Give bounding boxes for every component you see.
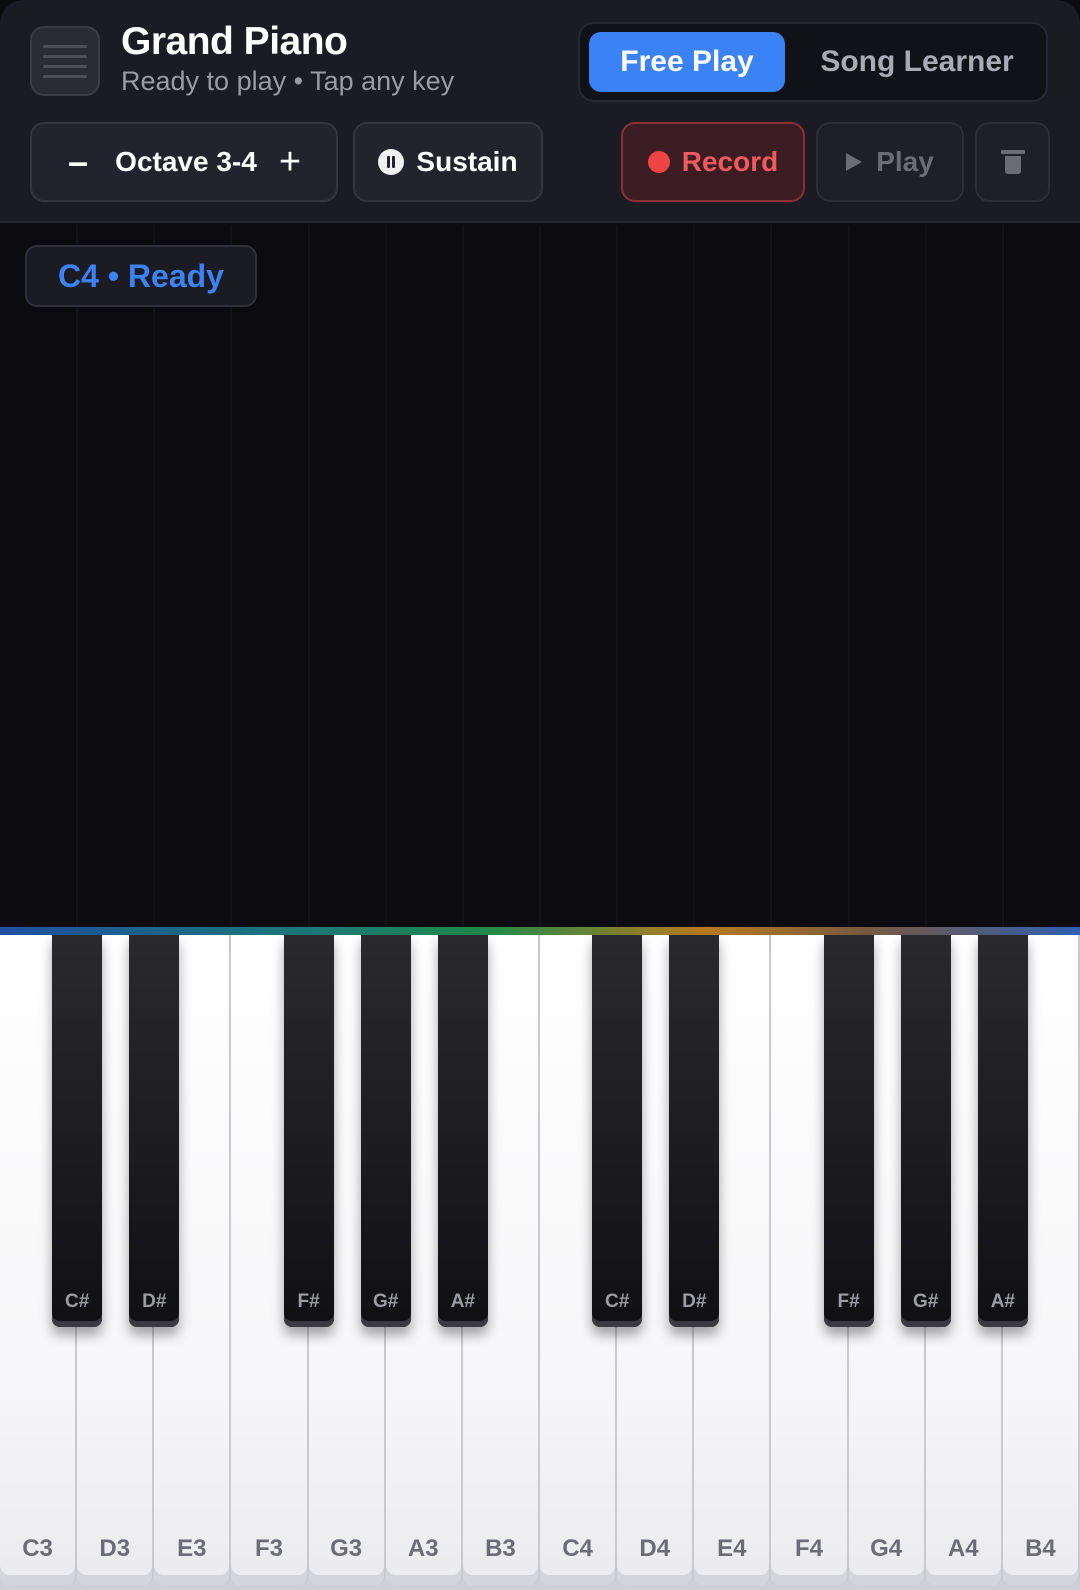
black-key[interactable]: F# xyxy=(823,935,874,1327)
play-button[interactable]: Play xyxy=(816,122,964,202)
pause-circle-icon xyxy=(378,149,405,175)
black-key-label: A# xyxy=(450,1291,475,1312)
black-key[interactable]: C# xyxy=(592,935,643,1327)
black-key[interactable]: G# xyxy=(360,935,411,1327)
keyboard-accent-bar xyxy=(0,927,1080,935)
sustain-label: Sustain xyxy=(416,146,518,177)
black-key-label: G# xyxy=(373,1291,399,1312)
black-key[interactable]: A# xyxy=(437,935,488,1327)
guide-line xyxy=(461,225,464,928)
black-key[interactable]: D# xyxy=(669,935,720,1327)
black-key-label: C# xyxy=(604,1291,630,1312)
white-key-label: F3 xyxy=(254,1535,283,1562)
black-key-label: A# xyxy=(990,1291,1015,1312)
record-dot-icon xyxy=(647,151,670,173)
guide-line xyxy=(539,225,541,928)
black-key-label: G# xyxy=(913,1291,939,1312)
sustain-button[interactable]: Sustain xyxy=(353,122,543,202)
black-key[interactable]: C# xyxy=(52,935,103,1327)
black-key[interactable]: D# xyxy=(129,935,180,1327)
note-visualizer: C4 • Ready xyxy=(0,225,1080,928)
white-key-label: C4 xyxy=(562,1535,593,1562)
black-key-label: D# xyxy=(682,1291,707,1312)
white-key-label: B4 xyxy=(1025,1535,1056,1562)
guide-line xyxy=(847,225,850,928)
guide-line xyxy=(616,225,619,928)
white-key-label: E4 xyxy=(717,1535,747,1562)
octave-label: Octave 3-4 xyxy=(115,146,257,177)
white-key-label: D3 xyxy=(99,1535,131,1562)
song-learner-tab[interactable]: Song Learner xyxy=(794,32,1040,92)
white-key-label: G3 xyxy=(330,1535,363,1562)
record-button[interactable]: Record xyxy=(621,122,805,202)
octave-up-button[interactable]: + xyxy=(272,143,308,181)
trash-icon xyxy=(1000,150,1025,174)
white-key-label: E3 xyxy=(177,1535,207,1562)
black-key[interactable]: F# xyxy=(283,935,334,1327)
guide-line xyxy=(924,225,927,928)
white-key-label: B3 xyxy=(485,1535,516,1562)
record-label: Record xyxy=(681,146,779,177)
status-badge: C4 • Ready xyxy=(25,245,257,307)
page-title: Grand Piano xyxy=(121,20,348,63)
guide-line xyxy=(1001,225,1004,928)
guide-line xyxy=(770,225,773,928)
black-key[interactable]: G# xyxy=(900,935,951,1327)
white-key-label: C3 xyxy=(22,1535,53,1562)
guide-line xyxy=(153,225,156,928)
guide-line xyxy=(693,225,696,928)
delete-recording-button[interactable] xyxy=(975,122,1050,202)
page-subtitle: Ready to play • Tap any key xyxy=(121,66,455,96)
octave-down-button[interactable]: – xyxy=(62,144,94,180)
guide-line xyxy=(76,225,79,928)
mode-switch: Free Play Song Learner xyxy=(578,22,1048,102)
black-key[interactable]: A# xyxy=(977,935,1028,1327)
white-key-label: G4 xyxy=(870,1535,903,1562)
white-key-label: D4 xyxy=(639,1535,671,1562)
octave-control: – Octave 3-4 + xyxy=(30,122,338,202)
free-play-tab[interactable]: Free Play xyxy=(589,32,785,92)
guide-line xyxy=(307,225,310,928)
guide-line xyxy=(230,225,233,928)
white-key-label: A4 xyxy=(947,1535,979,1562)
piano-keyboard: C3 D3 E3 F3 G3 A3 B3 C4 D4 E4 F4 G4 A4 B4 C# D# F# G# A# C#… xyxy=(0,935,1080,1590)
play-icon xyxy=(846,153,863,171)
black-key-label: F# xyxy=(837,1291,860,1312)
white-key-label: A3 xyxy=(407,1535,439,1562)
play-label: Play xyxy=(876,146,934,177)
guide-line xyxy=(384,225,387,928)
header: Grand Piano Ready to play • Tap any key … xyxy=(0,0,1080,223)
white-key-label: F4 xyxy=(794,1535,823,1562)
sheet-music-icon xyxy=(30,26,100,96)
black-key-label: C# xyxy=(64,1291,90,1312)
black-key-label: D# xyxy=(142,1291,167,1312)
piano-app: Grand Piano Ready to play • Tap any key … xyxy=(0,0,1080,1590)
black-key-label: F# xyxy=(297,1291,320,1312)
